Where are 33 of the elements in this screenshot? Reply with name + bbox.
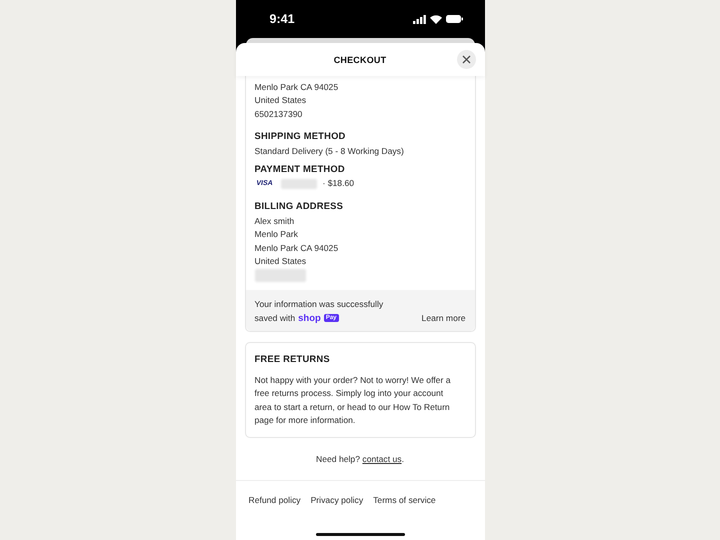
footer-link[interactable]: Privacy policy [310, 495, 364, 506]
address-line: Alex smith [254, 215, 296, 228]
address-line: United States [254, 94, 308, 108]
signal-icon [412, 14, 426, 24]
checkout-title: CHECKOUT [334, 54, 386, 64]
close-button[interactable] [456, 50, 476, 69]
close-icon [462, 55, 470, 64]
help-text: Need help? [316, 454, 360, 464]
section-heading: FREE RETURNS [254, 352, 331, 365]
shipping-method-text: Standard Delivery (5 - 8 Working Days) [254, 144, 405, 158]
address-line: Menlo Park CA 94025 [254, 242, 340, 255]
redacted-block [254, 269, 306, 282]
section-heading: BILLING ADDRESS [254, 199, 344, 212]
section-heading: PAYMENT METHOD [254, 162, 346, 176]
address-line: Menlo Park CA 94025 [254, 81, 340, 94]
section-heading: SHIPPING METHOD [254, 128, 347, 142]
battery-icon [446, 15, 462, 23]
contact-link[interactable]: contact us [362, 454, 402, 464]
address-line: Menlo Park [254, 228, 299, 242]
returns-text: Not happy with your order? Not to worry! We offer a free returns process. Simply log into your account area to start a return, or head to our How To Return page for more information. [254, 374, 452, 427]
footer-link[interactable]: Refund policy [248, 495, 301, 506]
address-line: United States [254, 255, 308, 268]
notice-text: saved with [254, 312, 296, 325]
shop-pay-logo-word: shop [298, 312, 321, 324]
notice-text: Your information was successfully [254, 298, 384, 312]
redacted-block [280, 178, 316, 189]
address-line: 6502137390 [254, 108, 304, 121]
wifi-icon [430, 14, 442, 24]
status-time: 9:41 [270, 12, 295, 26]
payment-amount: · $18.60 [322, 177, 354, 190]
footer-link[interactable]: Terms of service [373, 495, 436, 506]
learn-more-link[interactable]: Learn more [422, 312, 466, 325]
help-period: . [402, 454, 404, 464]
